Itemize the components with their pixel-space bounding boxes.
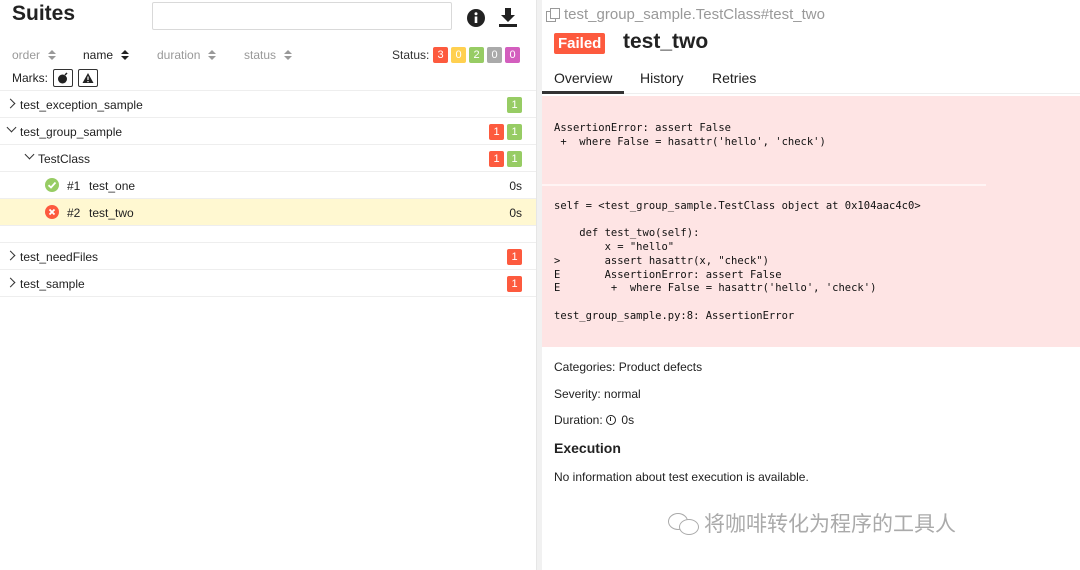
tab-history[interactable]: History (640, 70, 684, 86)
copy-icon[interactable] (546, 7, 560, 22)
test-duration: 0s (509, 206, 522, 220)
tree-node-testclass[interactable]: TestClass 11 (0, 144, 536, 171)
filter-skipped-toggle[interactable]: 0 (487, 47, 502, 63)
test-name: test_two (89, 206, 134, 220)
sort-arrows-icon (48, 49, 57, 61)
failed-count-badge: 1 (507, 276, 522, 292)
node-label: TestClass (38, 152, 91, 166)
filter-failed-toggle[interactable]: 3 (433, 47, 448, 63)
error-details: AssertionError: assert False + where Fal… (542, 96, 1080, 347)
filter-unknown-toggle[interactable]: 0 (505, 47, 520, 63)
execution-text: No information about test execution is a… (554, 470, 809, 484)
detail-tabs: Overview History Retries (542, 62, 1080, 94)
node-counts: 1 (507, 249, 522, 265)
node-counts: 1 (507, 97, 522, 113)
sort-order-label: order (12, 48, 41, 62)
tree-node-test-needfiles[interactable]: test_needFiles 1 (0, 242, 536, 269)
duration-row: Duration: 0s (554, 413, 634, 427)
sort-status-button[interactable]: status (244, 48, 293, 62)
test-full-name: test_group_sample.TestClass#test_two (546, 6, 825, 23)
node-counts: 11 (489, 151, 522, 167)
marks-label: Marks: (12, 71, 48, 85)
passed-count-badge: 1 (507, 151, 522, 167)
marks-row: Marks: (12, 69, 98, 87)
flaky-mark-toggle[interactable] (53, 69, 73, 87)
chevron-down-icon (24, 149, 35, 160)
tab-retries[interactable]: Retries (712, 70, 756, 86)
error-divider (542, 184, 986, 186)
error-trace: self = <test_group_sample.TestClass obje… (554, 200, 921, 322)
suites-tree: test_exception_sample 1 test_group_sampl… (0, 90, 536, 297)
watermark: 将咖啡转化为程序的工具人 (668, 508, 956, 538)
new-failed-mark-toggle[interactable] (78, 69, 98, 87)
node-label: test_needFiles (20, 250, 99, 264)
sort-arrows-icon (121, 49, 130, 61)
tree-node-test-sample[interactable]: test_sample 1 (0, 269, 536, 296)
passed-count-badge: 1 (507, 124, 522, 140)
sort-order-button[interactable]: order (12, 48, 57, 62)
full-name-text: test_group_sample.TestClass#test_two (564, 6, 825, 23)
passed-count-badge: 1 (507, 97, 522, 113)
filter-broken-toggle[interactable]: 0 (451, 47, 466, 63)
tree-divider (0, 296, 536, 297)
tree-leaf-test-two[interactable]: #2 test_two 0s (0, 198, 536, 225)
node-label: test_group_sample (20, 125, 123, 139)
sort-name-button[interactable]: name (83, 48, 130, 62)
download-icon[interactable] (497, 6, 519, 28)
error-message: AssertionError: assert False + where Fal… (554, 122, 826, 148)
sort-arrows-icon (284, 49, 293, 61)
chevron-right-icon (5, 277, 16, 288)
test-detail-pane: test_group_sample.TestClass#test_two Fai… (542, 0, 1080, 570)
suites-pane: Suites order name duration status Status… (0, 0, 536, 570)
node-counts: 11 (489, 124, 522, 140)
node-label: test_sample (20, 277, 85, 291)
tree-leaf-test-one[interactable]: #1 test_one 0s (0, 171, 536, 198)
sort-arrows-icon (208, 49, 217, 61)
node-counts: 1 (507, 276, 522, 292)
test-duration: 0s (509, 179, 522, 193)
status-badge: Failed (554, 33, 606, 54)
clock-icon (606, 415, 617, 425)
failed-count-badge: 1 (489, 124, 504, 140)
info-icon[interactable] (466, 8, 486, 28)
test-number: #1 (67, 179, 81, 193)
sort-status-label: status (244, 48, 277, 62)
warning-icon (82, 73, 94, 83)
status-filter: 3 0 2 0 0 (433, 47, 520, 63)
chevron-down-icon (6, 122, 17, 133)
test-number: #2 (67, 206, 81, 220)
test-title: test_two (623, 30, 709, 53)
filter-passed-toggle[interactable]: 2 (469, 47, 484, 63)
sort-duration-label: duration (157, 48, 201, 62)
watermark-text: 将咖啡转化为程序的工具人 (704, 513, 956, 536)
failed-count-badge: 1 (489, 151, 504, 167)
duration-value: 0s (621, 413, 635, 427)
failed-status-icon (45, 205, 59, 219)
tree-node-test-group-sample[interactable]: test_group_sample 11 (0, 117, 536, 144)
tab-overview[interactable]: Overview (554, 70, 612, 86)
bomb-icon (58, 72, 68, 84)
status-filter-label: Status: (392, 48, 430, 62)
sort-name-label: name (83, 48, 114, 62)
execution-heading: Execution (554, 440, 621, 456)
tree-node-test-exception-sample[interactable]: test_exception_sample 1 (0, 90, 536, 117)
wechat-icon (668, 511, 700, 535)
sort-duration-button[interactable]: duration (157, 48, 217, 62)
categories-text: Categories: Product defects (554, 360, 703, 374)
chevron-right-icon (5, 98, 16, 109)
active-tab-indicator (542, 91, 624, 94)
duration-label: Duration: (554, 413, 603, 427)
search-input[interactable] (152, 2, 452, 30)
passed-status-icon (45, 178, 59, 192)
suites-title: Suites (12, 2, 76, 25)
chevron-right-icon (5, 250, 16, 261)
test-name: test_one (89, 179, 136, 193)
tree-divider (0, 225, 536, 242)
failed-count-badge: 1 (507, 249, 522, 265)
severity-text: Severity: normal (554, 387, 641, 401)
sort-bar: order name duration status Status: 3 0 2… (0, 46, 536, 66)
node-label: test_exception_sample (20, 98, 143, 112)
allure-report: Suites order name duration status Status… (0, 0, 1080, 570)
